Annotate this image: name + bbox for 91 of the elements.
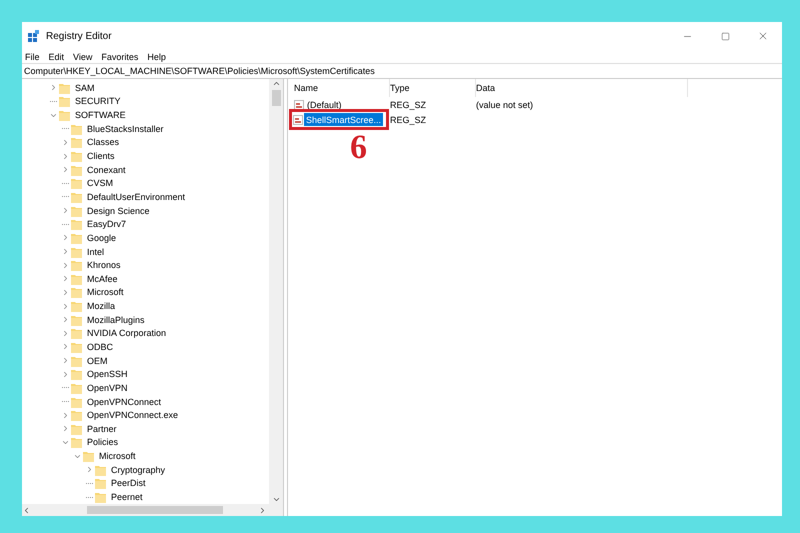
scroll-right-icon[interactable] [258, 506, 267, 514]
tree-item[interactable]: Microsoft [87, 287, 124, 298]
scroll-up-icon[interactable] [272, 79, 280, 88]
folder-icon [71, 436, 82, 448]
tree-item[interactable]: NVIDIA Corporation [87, 328, 166, 338]
folder-icon [71, 396, 82, 408]
folder-icon [71, 340, 82, 353]
tree-item[interactable]: MozillaPlugins [87, 314, 145, 325]
value-name[interactable]: ShellSmartScree... [304, 113, 384, 126]
tree-item[interactable]: SECURITY [75, 96, 121, 106]
menu-item[interactable]: Favorites [101, 52, 138, 62]
folder-icon [71, 136, 82, 148]
menu-item[interactable]: File [25, 52, 40, 62]
tree-item[interactable]: DefaultUserEnvironment [87, 192, 186, 202]
tree-item[interactable]: EasyDrv7 [87, 219, 126, 230]
string-value-icon [294, 100, 304, 110]
folder-icon [71, 259, 82, 272]
folder-icon [95, 464, 106, 476]
menu-item[interactable]: Edit [48, 52, 64, 62]
close-icon [757, 30, 769, 42]
tree-item[interactable]: Mozilla [87, 301, 116, 312]
folder-icon [59, 82, 70, 94]
column-header[interactable]: Type [390, 79, 476, 97]
tree-item[interactable]: Design Science [87, 206, 150, 216]
folder-icon [71, 327, 82, 340]
app-icon [28, 30, 40, 42]
folder-icon [59, 109, 70, 122]
address-bar[interactable]: Computer\HKEY_LOCAL_MACHINE\SOFTWARE\Policies\Microsoft\SystemCertificates [22, 63, 782, 79]
step-number: 6 [350, 131, 367, 165]
tree-item[interactable]: Microsoft [99, 451, 136, 462]
tree-item[interactable]: Google [87, 232, 116, 243]
folder-icon [71, 272, 82, 285]
folder-icon [71, 382, 82, 394]
tree-item[interactable]: Cryptography [111, 464, 166, 475]
tree-item[interactable]: OEM [87, 356, 108, 366]
scroll-thumb[interactable] [272, 90, 280, 106]
scroll-thumb[interactable] [87, 506, 223, 514]
tree-item[interactable]: SAM [75, 82, 95, 93]
tree-item[interactable]: SOFTWARE [75, 110, 126, 120]
tree-item[interactable]: McAfee [87, 274, 118, 284]
folder-icon [71, 354, 82, 367]
tree-item[interactable]: CVSM [87, 178, 114, 188]
value-type: REG_SZ [390, 98, 428, 112]
menu-item[interactable]: Help [147, 52, 166, 62]
tree-item[interactable]: ODBC [87, 342, 114, 352]
tree-item[interactable]: OpenVPN [87, 382, 128, 393]
maximize-icon [720, 32, 730, 40]
value-name[interactable]: (Default) [305, 98, 344, 111]
folder-icon [71, 246, 82, 258]
folder-icon [71, 368, 82, 380]
folder-icon [95, 477, 106, 490]
folder-icon [71, 232, 82, 244]
tree-item[interactable]: Partner [87, 424, 117, 434]
tree-item[interactable]: Khronos [87, 260, 121, 270]
folder-icon [71, 314, 82, 326]
folder-icon [71, 190, 82, 203]
folder-icon [83, 450, 94, 462]
tree-item[interactable]: Classes [87, 137, 120, 148]
tree-item[interactable]: OpenVPNConnect [87, 396, 162, 407]
folder-icon [71, 122, 82, 135]
column-header[interactable]: Data [476, 79, 688, 97]
folder-icon [71, 218, 82, 230]
folder-icon [71, 164, 82, 176]
window-title: Registry Editor [46, 30, 113, 42]
folder-icon [71, 286, 82, 298]
menu-item[interactable]: View [73, 52, 92, 62]
folder-icon [95, 491, 106, 504]
string-value-icon [293, 114, 303, 124]
tree-item[interactable]: Conexant [87, 164, 126, 175]
scroll-down-icon[interactable] [272, 495, 280, 504]
folder-icon [71, 409, 82, 422]
value-type: REG_SZ [390, 114, 428, 127]
value-data: (value not set) [476, 98, 534, 112]
tree-item[interactable]: OpenVPNConnect.exe [87, 410, 178, 420]
tree-item[interactable]: Intel [87, 246, 104, 256]
tree-item[interactable]: BlueStacksInstaller [87, 124, 164, 134]
tree-item[interactable]: PeerDist [111, 478, 146, 488]
tree-item[interactable]: Peernet [111, 492, 143, 502]
scroll-left-icon[interactable] [22, 506, 31, 514]
folder-icon [71, 300, 82, 312]
folder-icon [71, 204, 82, 217]
vertical-scrollbar[interactable] [269, 79, 283, 504]
column-header[interactable]: Name [294, 79, 390, 97]
folder-icon [71, 150, 82, 162]
tree-item[interactable]: OpenSSH [87, 369, 128, 380]
horizontal-scrollbar[interactable] [22, 504, 283, 516]
folder-icon [71, 177, 82, 190]
folder-icon [71, 422, 82, 435]
tree-item[interactable]: Clients [87, 151, 115, 162]
folder-icon [59, 95, 70, 108]
tree-item[interactable]: Policies [87, 437, 118, 448]
